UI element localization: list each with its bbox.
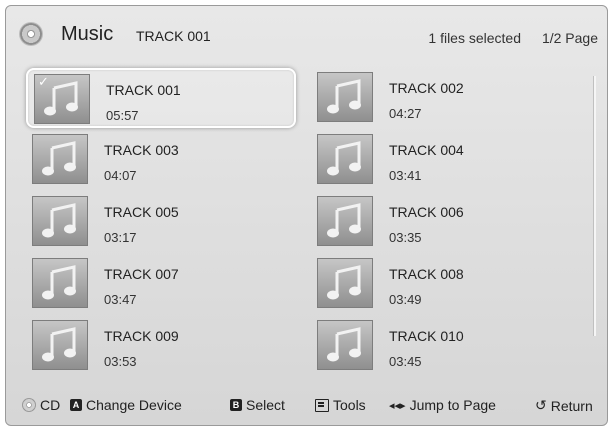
- cd-icon: [22, 398, 36, 412]
- track-item[interactable]: TRACK 007 03:47: [26, 254, 296, 314]
- track-name: TRACK 008: [389, 266, 464, 282]
- track-duration: 03:17: [104, 230, 137, 245]
- music-note-icon: [32, 196, 88, 246]
- track-item[interactable]: TRACK 006 03:35: [311, 192, 581, 252]
- b-key-icon: B: [230, 399, 242, 411]
- a-key-icon: A: [70, 399, 82, 411]
- track-name: TRACK 005: [104, 204, 179, 220]
- music-note-icon: [317, 320, 373, 370]
- return-button[interactable]: ↺ Return: [535, 397, 593, 414]
- track-duration: 03:41: [389, 168, 422, 183]
- page-title: Music: [61, 23, 114, 45]
- jump-to-page-label: Jump to Page: [409, 397, 496, 413]
- check-icon: ✓: [38, 74, 49, 89]
- music-browser-screen: Music TRACK 001 1 files selected 1/2 Pag…: [5, 5, 608, 426]
- track-item[interactable]: TRACK 008 03:49: [311, 254, 581, 314]
- music-note-icon: [317, 196, 373, 246]
- track-item[interactable]: TRACK 010 03:45: [311, 316, 581, 376]
- track-grid: ✓ TRACK 001 05:57 TRACK 002 04:27 TRACK 003 04…: [24, 68, 592, 382]
- select-button[interactable]: B Select: [230, 397, 285, 413]
- page-indicator: 1/2 Page: [541, 30, 598, 46]
- tools-label: Tools: [333, 397, 366, 413]
- footer-hint-bar: CD A Change Device B Select Tools ◂◂▸ Ju…: [6, 385, 607, 425]
- track-item[interactable]: TRACK 003 04:07: [26, 130, 296, 190]
- return-icon: ↺: [535, 397, 547, 413]
- tools-button[interactable]: Tools: [315, 397, 366, 413]
- music-note-icon: [317, 134, 373, 184]
- header: Music TRACK 001 1 files selected 1/2 Pag…: [6, 6, 607, 60]
- music-note-icon: [317, 258, 373, 308]
- scrollbar[interactable]: [593, 76, 596, 336]
- music-note-icon: [32, 320, 88, 370]
- track-duration: 03:35: [389, 230, 422, 245]
- track-item[interactable]: TRACK 009 03:53: [26, 316, 296, 376]
- music-note-icon: ✓: [34, 74, 90, 124]
- track-name: TRACK 001: [106, 82, 181, 98]
- music-note-icon: [32, 134, 88, 184]
- change-device-button[interactable]: A Change Device: [70, 397, 182, 413]
- selected-count: 1 files selected: [428, 30, 521, 46]
- track-name: TRACK 007: [104, 266, 179, 282]
- track-duration: 03:47: [104, 292, 137, 307]
- music-note-icon: [317, 72, 373, 122]
- cd-label: CD: [40, 397, 61, 413]
- track-duration: 04:27: [389, 106, 422, 121]
- cd-device-hint[interactable]: CD: [22, 397, 60, 413]
- change-device-label: Change Device: [86, 397, 182, 413]
- track-item[interactable]: TRACK 005 03:17: [26, 192, 296, 252]
- track-duration: 03:53: [104, 354, 137, 369]
- track-duration: 03:49: [389, 292, 422, 307]
- track-name: TRACK 009: [104, 328, 179, 344]
- track-item[interactable]: TRACK 004 03:41: [311, 130, 581, 190]
- track-name: TRACK 002: [389, 80, 464, 96]
- disc-icon: [20, 23, 42, 45]
- jump-to-page-button[interactable]: ◂◂▸ Jump to Page: [389, 397, 496, 413]
- current-track-label: TRACK 001: [136, 28, 211, 44]
- return-label: Return: [550, 397, 593, 414]
- track-item[interactable]: TRACK 002 04:27: [311, 68, 581, 128]
- track-name: TRACK 003: [104, 142, 179, 158]
- track-item[interactable]: ✓ TRACK 001 05:57: [26, 68, 296, 128]
- track-duration: 05:57: [106, 108, 139, 123]
- track-name: TRACK 006: [389, 204, 464, 220]
- track-name: TRACK 004: [389, 142, 464, 158]
- select-label: Select: [246, 397, 285, 413]
- track-duration: 04:07: [104, 168, 137, 183]
- jump-arrows-icon: ◂◂▸: [389, 399, 406, 412]
- music-note-icon: [32, 258, 88, 308]
- track-duration: 03:45: [389, 354, 422, 369]
- tools-icon: [315, 398, 329, 412]
- track-name: TRACK 010: [389, 328, 464, 344]
